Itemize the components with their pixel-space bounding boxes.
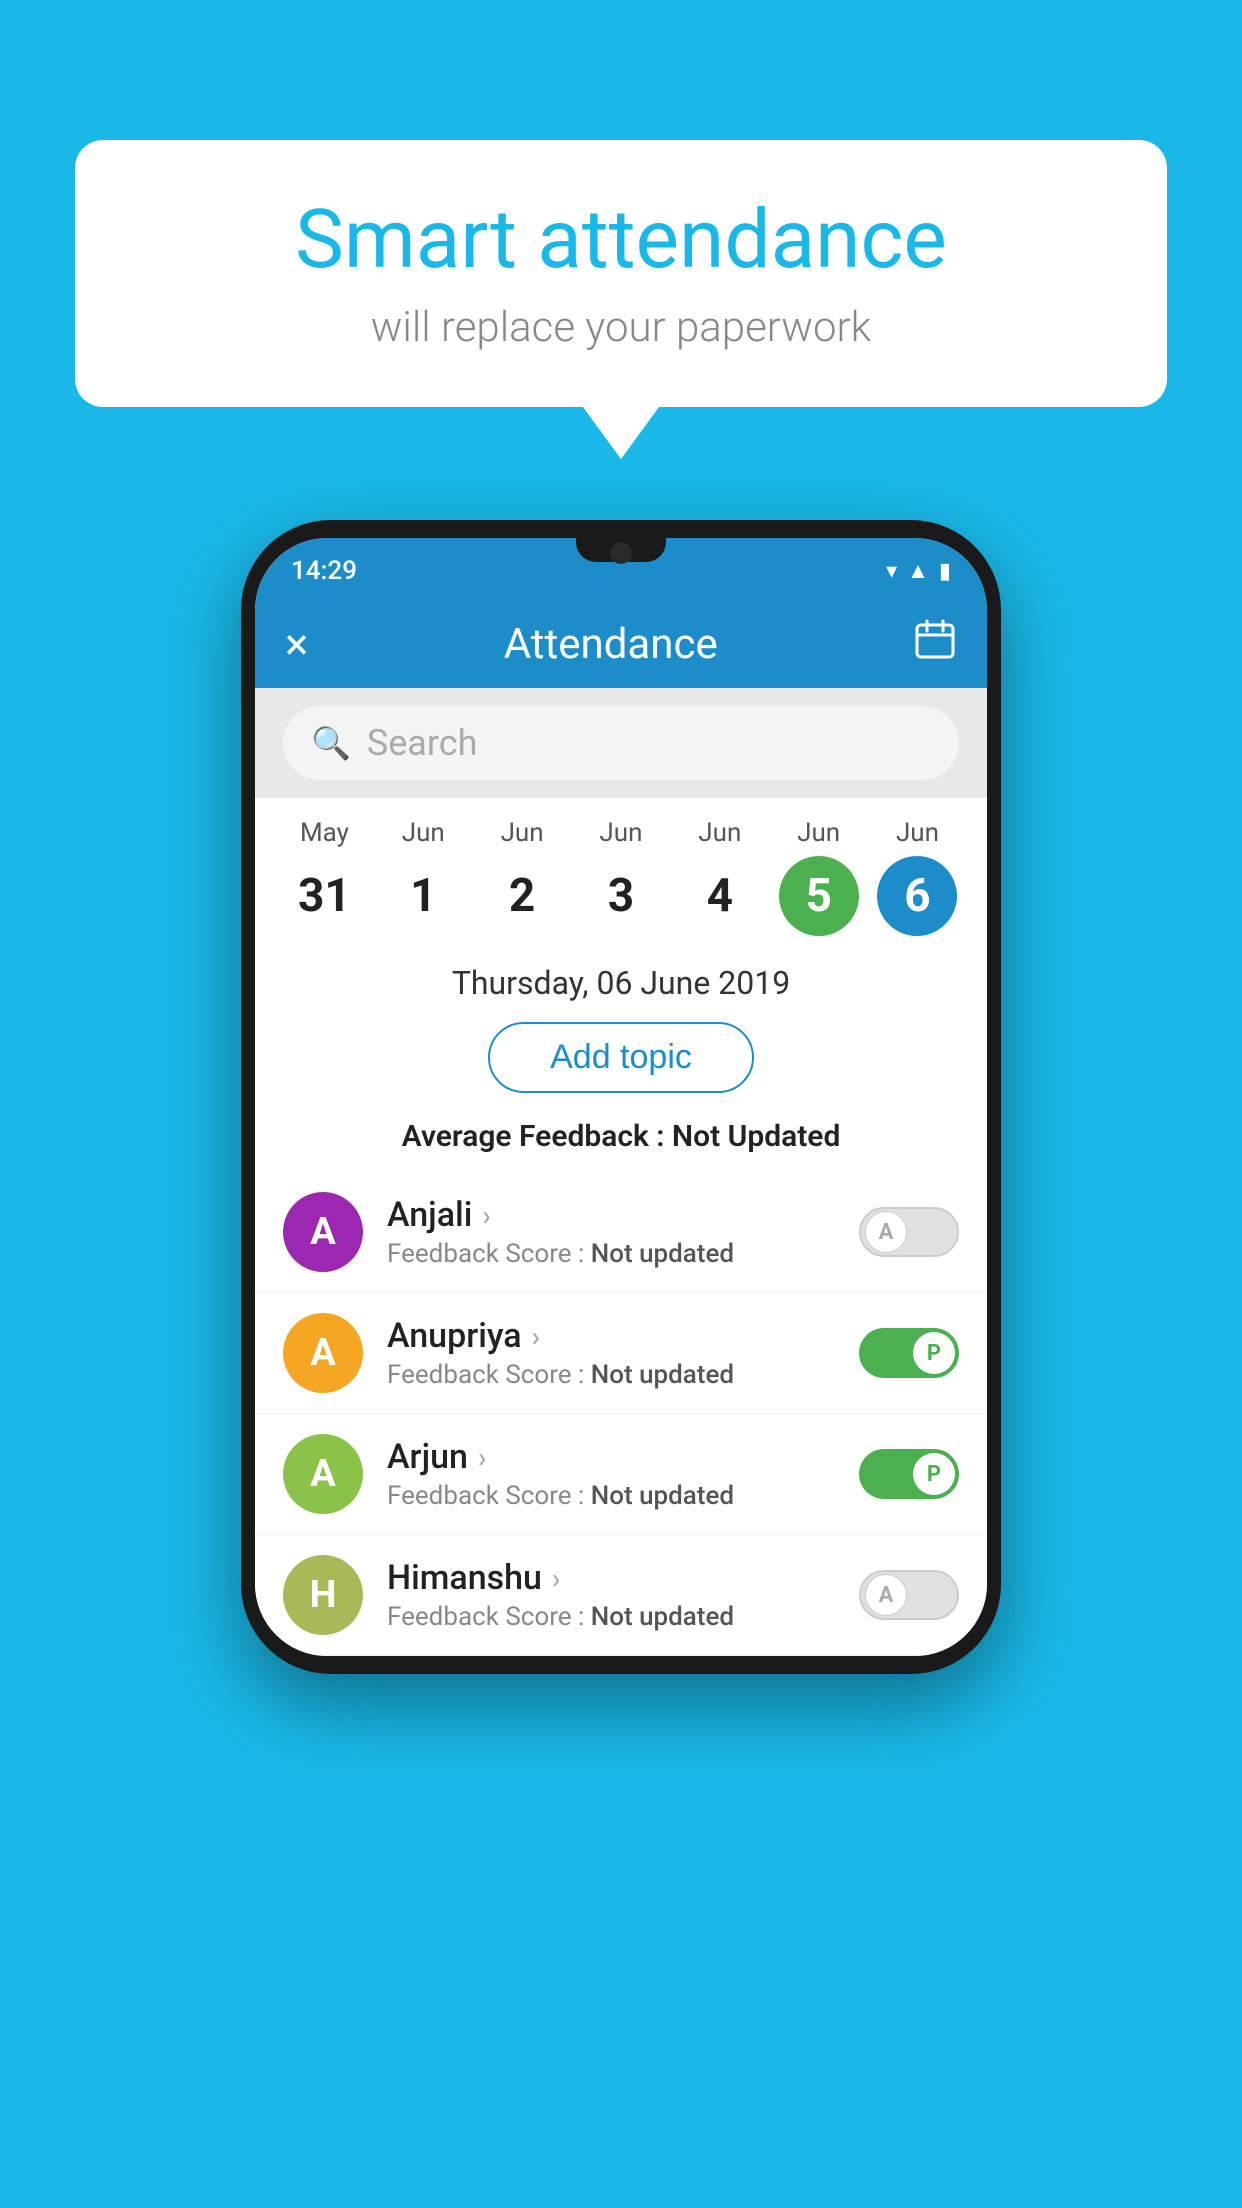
signal-icon: ▲: [907, 558, 929, 584]
cal-day-1[interactable]: Jun 1: [383, 818, 463, 936]
chevron-icon-2: ›: [478, 1441, 486, 1474]
cal-date-0: 31: [284, 856, 364, 936]
student-item-2[interactable]: A Arjun › Feedback Score : Not updated P: [255, 1414, 987, 1535]
phone-body: 14:29 ▾ ▲ ▮ × Attendance: [241, 520, 1001, 1674]
cal-month-5: Jun: [797, 818, 840, 848]
student-feedback-3: Feedback Score : Not updated: [387, 1602, 835, 1632]
student-name-3: Himanshu ›: [387, 1558, 835, 1598]
student-info-3: Himanshu › Feedback Score : Not updated: [387, 1558, 835, 1632]
student-info-0: Anjali › Feedback Score : Not updated: [387, 1195, 835, 1269]
student-info-1: Anupriya › Feedback Score : Not updated: [387, 1316, 835, 1390]
feedback-value-2: Not updated: [591, 1481, 734, 1511]
student-list: AAnjali ›Feedback Score : Not updatedAAA…: [255, 1172, 987, 1656]
cal-month-6: Jun: [896, 818, 939, 848]
toggle-knob-2: P: [913, 1453, 955, 1495]
toggle-knob-1: P: [913, 1332, 955, 1374]
student-avatar-0: A: [283, 1192, 363, 1272]
cal-day-6[interactable]: Jun 6: [877, 818, 957, 936]
cal-month-2: Jun: [501, 818, 544, 848]
status-time: 14:29: [291, 556, 357, 586]
cal-day-2[interactable]: Jun 2: [482, 818, 562, 936]
student-name-1: Anupriya ›: [387, 1316, 835, 1356]
student-avatar-2: A: [283, 1434, 363, 1514]
feedback-value-3: Not updated: [591, 1602, 734, 1632]
cal-date-4: 4: [680, 856, 760, 936]
student-feedback-2: Feedback Score : Not updated: [387, 1481, 835, 1511]
student-name-2: Arjun ›: [387, 1437, 835, 1477]
battery-icon: ▮: [939, 559, 951, 584]
avg-feedback: Average Feedback : Not Updated: [255, 1111, 987, 1172]
cal-day-3[interactable]: Jun 3: [581, 818, 661, 936]
attendance-toggle-3[interactable]: A: [859, 1570, 959, 1620]
search-bar-wrapper: 🔍 Search: [255, 688, 987, 798]
wifi-icon: ▾: [886, 559, 897, 584]
cal-date-2: 2: [482, 856, 562, 936]
add-topic-button[interactable]: Add topic: [488, 1022, 754, 1093]
calendar-icon[interactable]: [913, 617, 957, 672]
app-bar-title: Attendance: [504, 620, 718, 669]
search-placeholder: Search: [367, 722, 478, 764]
cal-month-0: May: [300, 818, 349, 848]
status-icons: ▾ ▲ ▮: [886, 558, 951, 584]
speech-bubble-tail: [583, 407, 659, 459]
add-topic-wrapper: Add topic: [255, 1012, 987, 1111]
close-icon[interactable]: ×: [285, 618, 308, 670]
cal-day-0[interactable]: May 31: [284, 818, 364, 936]
cal-date-1: 1: [383, 856, 463, 936]
phone-screen: 14:29 ▾ ▲ ▮ × Attendance: [255, 538, 987, 1656]
speech-bubble: Smart attendance will replace your paper…: [75, 140, 1167, 407]
cal-date-6: 6: [877, 856, 957, 936]
chevron-icon-1: ›: [532, 1320, 540, 1353]
search-icon: 🔍: [311, 724, 351, 762]
student-info-2: Arjun › Feedback Score : Not updated: [387, 1437, 835, 1511]
feedback-value-1: Not updated: [591, 1360, 734, 1390]
avg-feedback-label: Average Feedback :: [402, 1119, 665, 1154]
toggle-knob-3: A: [865, 1574, 907, 1616]
search-bar[interactable]: 🔍 Search: [283, 706, 959, 780]
cal-month-3: Jun: [599, 818, 642, 848]
speech-bubble-subtitle: will replace your paperwork: [135, 303, 1107, 352]
speech-bubble-section: Smart attendance will replace your paper…: [75, 140, 1167, 459]
feedback-value-0: Not updated: [591, 1239, 734, 1269]
student-avatar-3: H: [283, 1555, 363, 1635]
app-bar: × Attendance: [255, 600, 987, 688]
student-feedback-0: Feedback Score : Not updated: [387, 1239, 835, 1269]
selected-date-label: Thursday, 06 June 2019: [255, 946, 987, 1012]
attendance-toggle-2[interactable]: P: [859, 1449, 959, 1499]
cal-month-4: Jun: [698, 818, 741, 848]
student-item-1[interactable]: A Anupriya › Feedback Score : Not updated P: [255, 1293, 987, 1414]
cal-date-3: 3: [581, 856, 661, 936]
student-item-0[interactable]: A Anjali › Feedback Score : Not updated A: [255, 1172, 987, 1293]
cal-day-5[interactable]: Jun 5: [779, 818, 859, 936]
chevron-icon-0: ›: [482, 1199, 490, 1232]
avg-feedback-value: Not Updated: [672, 1119, 840, 1154]
student-name-0: Anjali ›: [387, 1195, 835, 1235]
cal-day-4[interactable]: Jun 4: [680, 818, 760, 936]
phone-mockup: 14:29 ▾ ▲ ▮ × Attendance: [75, 520, 1167, 1674]
chevron-icon-3: ›: [552, 1562, 560, 1595]
student-feedback-1: Feedback Score : Not updated: [387, 1360, 835, 1390]
attendance-toggle-0[interactable]: A: [859, 1207, 959, 1257]
speech-bubble-title: Smart attendance: [135, 195, 1107, 285]
phone-camera: [610, 542, 632, 564]
calendar-strip: May 31 Jun 1 Jun 2 Jun 3 Jun 4 Jun 5 Jun 6: [255, 798, 987, 946]
student-item-3[interactable]: H Himanshu › Feedback Score : Not updated A: [255, 1535, 987, 1656]
cal-month-1: Jun: [402, 818, 445, 848]
cal-date-5: 5: [779, 856, 859, 936]
student-avatar-1: A: [283, 1313, 363, 1393]
attendance-toggle-1[interactable]: P: [859, 1328, 959, 1378]
toggle-knob-0: A: [865, 1211, 907, 1253]
